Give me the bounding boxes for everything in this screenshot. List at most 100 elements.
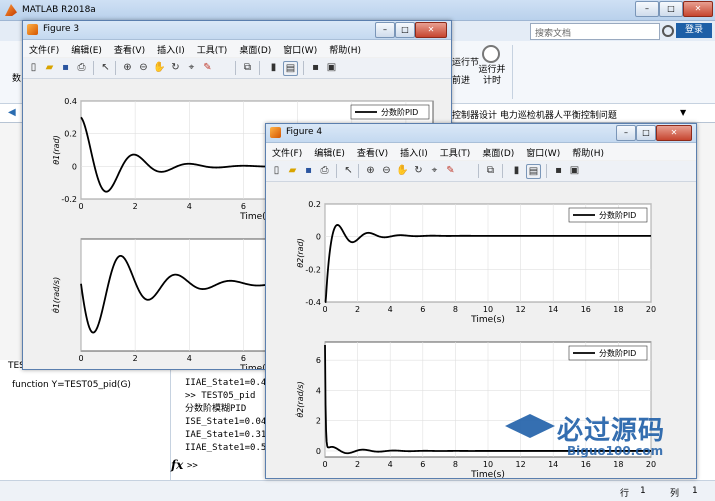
x-tick-label: 8 [453,305,458,314]
menu-item[interactable]: 桌面(D) [476,143,520,159]
hide-plot-tools-icon[interactable]: ▪ [552,164,565,177]
print-icon[interactable]: ⎙ [75,61,88,74]
figure4-titlebar[interactable]: Figure 4 – □ ✕ [266,124,696,143]
save-icon[interactable]: ▪ [59,61,72,74]
graduation-cap-icon [505,414,555,438]
zoom-in-icon[interactable]: ⊕ [364,164,377,177]
x-tick-label: 0 [322,460,327,469]
zoom-out-icon[interactable]: ⊖ [137,61,150,74]
show-plot-tools-icon[interactable]: ▣ [568,164,581,177]
watermark: 必过源码 Biguo100.com [505,410,705,466]
brush-icon[interactable]: ✎ [444,164,457,177]
login-button[interactable]: 登录 [676,23,712,38]
y-tick-label: 0 [316,233,321,242]
y-tick-label: 0.2 [64,130,77,139]
figure4-axes-1: 0 2 4 6 8 10 12 14 16 18 20 0.2 0 -0.2 -0.4 Time(s) θ2(r… [296,200,656,325]
function-signature: function Y=TEST05_pid(G) [12,380,131,390]
rotate-icon[interactable]: ↻ [169,61,182,74]
menu-item[interactable]: 桌面(D) [233,40,277,56]
menu-item[interactable]: 插入(I) [394,143,434,159]
toolbar-separator [259,61,260,75]
menu-item[interactable]: 工具(T) [434,143,477,159]
save-icon[interactable]: ▪ [302,164,315,177]
y-tick-label: 0 [72,162,77,171]
insert-colorbar-icon[interactable]: ▮ [510,164,523,177]
legend-label: 分数阶PID [599,210,636,220]
x-tick-label: 6 [241,354,246,363]
x-tick-label: 4 [388,305,393,314]
link-plot-icon[interactable]: ⧉ [484,164,497,177]
y-tick-label: 0.2 [308,200,321,209]
menu-item[interactable]: 帮助(H) [323,40,367,56]
open-file-icon[interactable]: ▰ [43,61,56,74]
ribbon-divider [512,45,513,99]
matlab-figure-icon [27,24,38,35]
toolbar-separator [358,164,359,178]
show-plot-tools-icon[interactable]: ▣ [325,61,338,74]
data-cursor-icon[interactable]: ⌖ [185,61,198,74]
y-axis-label: θ̇1(rad/s) [51,277,61,313]
matlab-close-button[interactable]: ✕ [683,1,713,17]
brush-icon[interactable]: ✎ [201,61,214,74]
edit-plot-icon[interactable]: ↖ [342,164,355,177]
pan-icon[interactable]: ✋ [153,61,166,74]
menu-item[interactable]: 文件(F) [23,40,65,56]
figure4-minimize-button[interactable]: – [616,125,636,141]
figure3-maximize-button[interactable]: □ [395,22,415,38]
hide-plot-tools-icon[interactable]: ▪ [309,61,322,74]
zoom-out-icon[interactable]: ⊖ [380,164,393,177]
current-folder-path[interactable]: 控制器设计 电力巡检机器人平衡控制问题 [452,108,617,121]
matlab-figure-icon [270,127,281,138]
menu-item[interactable]: 窗口(W) [277,40,323,56]
x-tick-label: 4 [187,202,192,211]
path-dropdown-icon[interactable]: ▼ [680,108,686,117]
search-icon[interactable] [662,25,674,37]
menu-item[interactable]: 窗口(W) [520,143,566,159]
zoom-in-icon[interactable]: ⊕ [121,61,134,74]
x-tick-label: 6 [420,305,425,314]
toolbar-separator [303,61,304,75]
menu-item[interactable]: 工具(T) [191,40,234,56]
print-icon[interactable]: ⎙ [318,164,331,177]
y-tick-label: -0.2 [61,195,77,204]
x-axis-label: Time(s) [470,470,505,478]
figure4-close-button[interactable]: ✕ [656,125,692,141]
legend: 分数阶PID [568,345,648,361]
insert-colorbar-icon[interactable]: ▮ [267,61,280,74]
new-figure-icon[interactable]: ▯ [27,61,40,74]
edit-plot-icon[interactable]: ↖ [99,61,112,74]
advance-button[interactable]: 前进 [452,73,470,86]
figure4-maximize-button[interactable]: □ [636,125,656,141]
menu-item[interactable]: 文件(F) [266,143,308,159]
x-tick-label: 0 [78,354,83,363]
insert-legend-icon[interactable]: ▤ [283,61,298,76]
run-section-button[interactable]: 运行节 [452,55,479,68]
x-tick-label: 18 [613,305,623,314]
legend: 分数阶PID [350,104,430,120]
link-plot-icon[interactable]: ⧉ [241,61,254,74]
menu-item[interactable]: 帮助(H) [566,143,610,159]
matlab-maximize-button[interactable]: □ [659,1,683,17]
rotate-icon[interactable]: ↻ [412,164,425,177]
menu-item[interactable]: 插入(I) [151,40,191,56]
matlab-minimize-button[interactable]: – [635,1,659,17]
menu-item[interactable]: 编辑(E) [308,143,351,159]
figure3-minimize-button[interactable]: – [375,22,395,38]
new-figure-icon[interactable]: ▯ [270,164,283,177]
x-tick-label: 2 [133,202,138,211]
pan-icon[interactable]: ✋ [396,164,409,177]
search-input[interactable]: 搜索文档 [530,23,660,40]
open-file-icon[interactable]: ▰ [286,164,299,177]
back-arrow-icon[interactable]: ◀ [8,107,16,118]
run-and-time-button[interactable]: 运行并 计时 [478,65,506,87]
x-tick-label: 0 [78,202,83,211]
menu-item[interactable]: 查看(V) [351,143,394,159]
menu-item[interactable]: 查看(V) [108,40,151,56]
menu-item[interactable]: 编辑(E) [65,40,108,56]
fx-icon: fx [171,458,184,472]
insert-legend-icon[interactable]: ▤ [526,164,541,179]
x-tick-label: 10 [483,305,493,314]
figure3-titlebar[interactable]: Figure 3 – □ ✕ [23,21,451,40]
figure3-close-button[interactable]: ✕ [415,22,447,38]
data-cursor-icon[interactable]: ⌖ [428,164,441,177]
